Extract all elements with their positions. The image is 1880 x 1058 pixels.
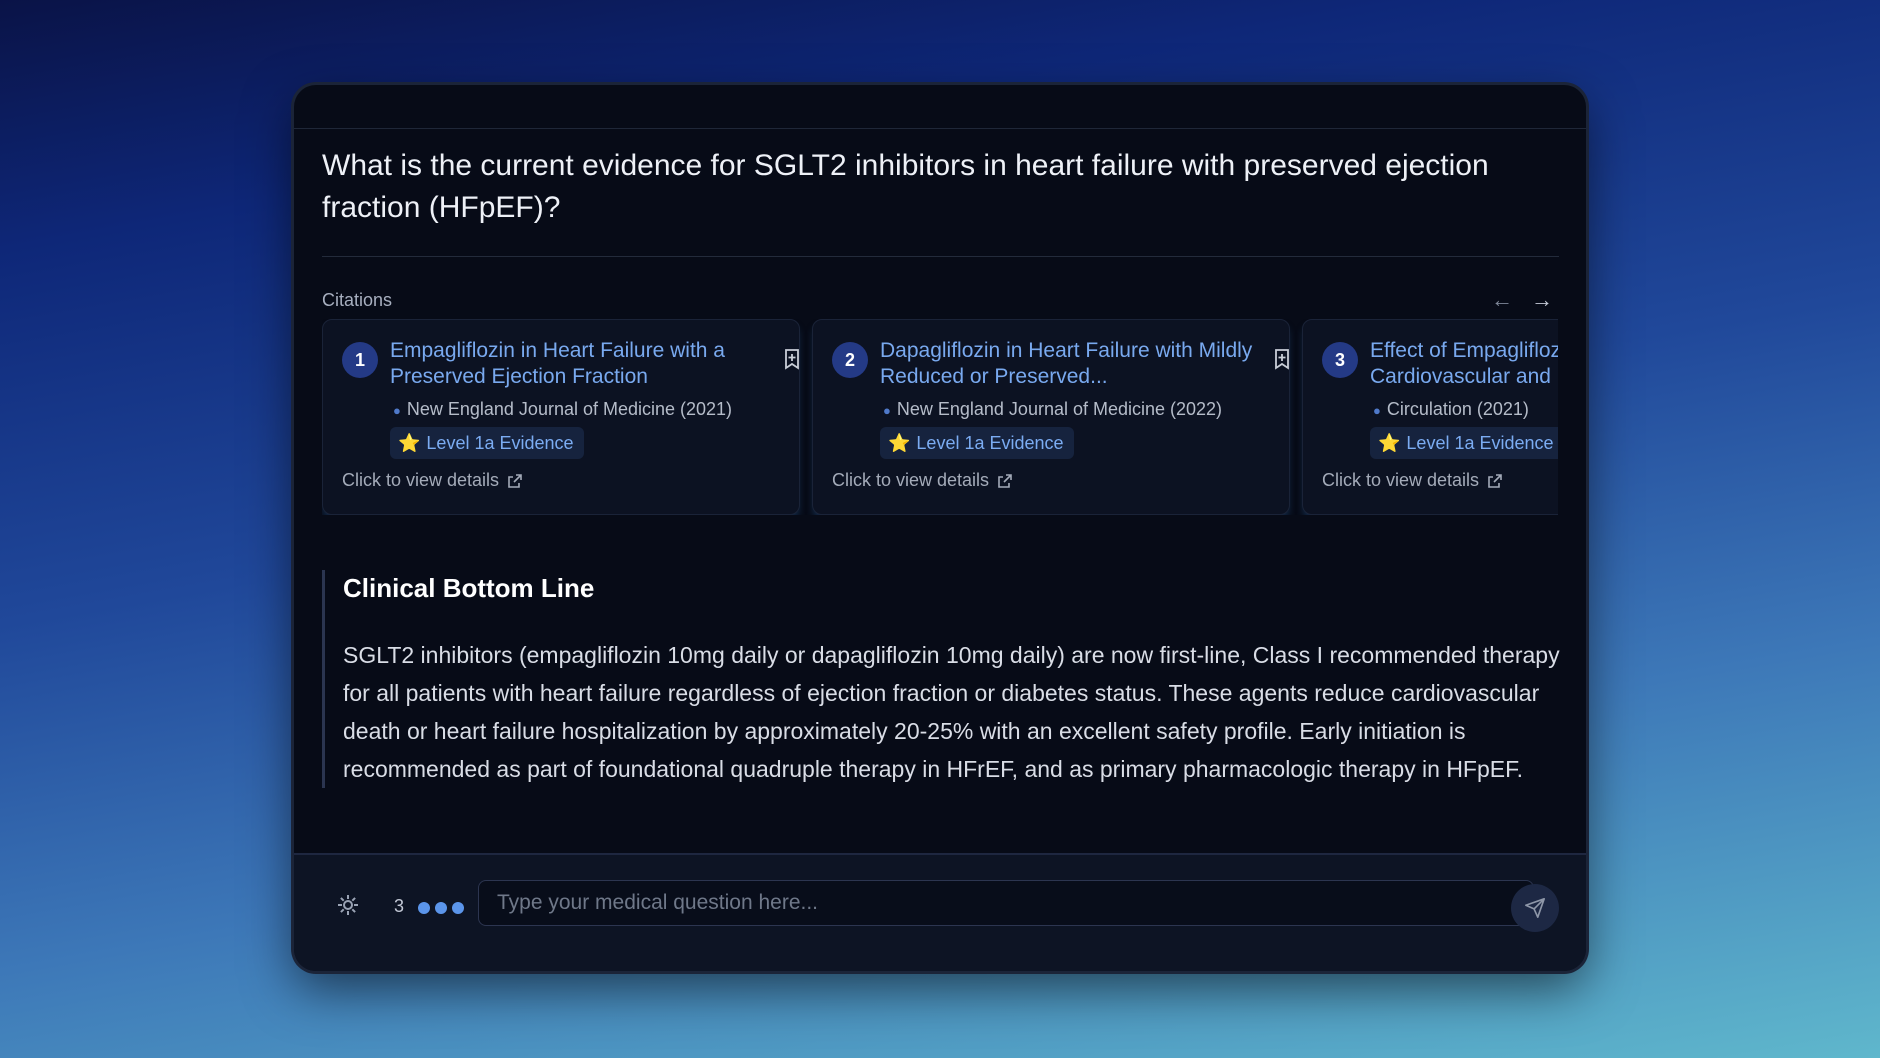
citation-number: 3 [1322,342,1358,378]
input-bar: 3 [294,853,1586,971]
citation-title[interactable]: Effect of Empagliflozin on Cardiovascula… [1370,338,1558,390]
gear-icon[interactable] [336,893,360,917]
external-link-icon [508,473,522,488]
star-icon: ⭐ [888,432,911,453]
evidence-badge: ⭐ Level 1a Evidence [1370,427,1558,459]
citation-title[interactable]: Dapagliflozin in Heart Failure with Mild… [880,338,1255,390]
question-input[interactable] [478,880,1534,926]
chat-window: What is the current evidence for SGLT2 i… [294,85,1586,971]
clinical-bottom-line: Clinical Bottom Line SGLT2 inhibitors (e… [322,570,1579,788]
citation-carousel: 1 Empagliflozin in Heart Failure with a … [322,319,1558,515]
citations-label: Citations [322,289,393,310]
send-icon [1525,898,1545,918]
star-icon: ⭐ [1378,432,1401,453]
citation-journal: ● New England Journal of Medicine (2021) [393,399,733,419]
citation-card-1[interactable]: 1 Empagliflozin in Heart Failure with a … [322,319,800,515]
evidence-badge: ⭐ Level 1a Evidence [390,427,584,459]
citation-title[interactable]: Empagliflozin in Heart Failure with a Pr… [390,338,765,390]
citation-card-3[interactable]: 3 Effect of Empagliflozin on Cardiovascu… [1302,319,1558,515]
arrow-right-icon[interactable]: → [1531,287,1553,313]
window-titlebar [294,85,1586,129]
arrow-left-icon[interactable]: ← [1491,287,1513,313]
view-details-link[interactable]: Click to view details [1322,470,1503,491]
evidence-badge: ⭐ Level 1a Evidence [880,427,1074,459]
bookmark-add-icon[interactable] [783,348,801,370]
bottom-line-text: SGLT2 inhibitors (empagliflozin 10mg dai… [343,642,1560,782]
citation-journal: ● Circulation (2021) [1373,399,1529,419]
view-details-link[interactable]: Click to view details [342,470,523,491]
message-count: 3 [394,896,405,916]
question-text: What is the current evidence for SGLT2 i… [322,129,1559,257]
citation-number: 1 [342,342,378,378]
external-link-icon [998,473,1012,488]
external-link-icon [1488,473,1502,488]
send-button[interactable] [1511,884,1559,932]
citation-number: 2 [832,342,868,378]
bottom-line-heading: Clinical Bottom Line [343,573,595,603]
typing-indicator [418,902,464,914]
citation-journal: ● New England Journal of Medicine (2022) [883,399,1223,419]
view-details-link[interactable]: Click to view details [832,470,1013,491]
citations-header: Citations ← → [322,287,1559,313]
citations-nav: ← → [1491,287,1553,313]
star-icon: ⭐ [398,432,421,453]
bookmark-add-icon[interactable] [1273,348,1291,370]
citation-card-2[interactable]: 2 Dapagliflozin in Heart Failure with Mi… [812,319,1290,515]
